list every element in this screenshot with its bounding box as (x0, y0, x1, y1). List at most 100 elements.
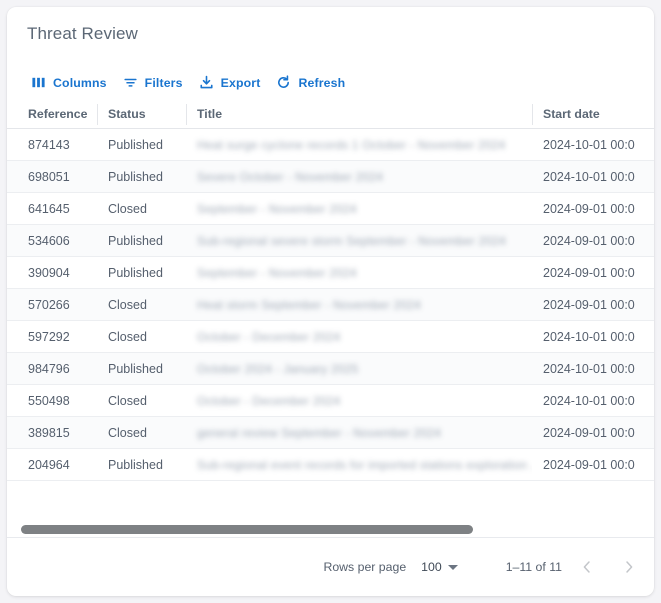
rows-per-page-value: 100 (421, 560, 442, 574)
cell-start-date: 2024-10-01 00:0 (543, 393, 635, 408)
column-header-reference[interactable]: Reference (7, 101, 97, 128)
filters-button[interactable]: Filters (116, 70, 190, 95)
cell-title: general review September - November 2024 (186, 417, 532, 449)
grid-toolbar: Columns Filters Export Refresh (24, 69, 352, 96)
columns-button[interactable]: Columns (24, 70, 114, 95)
redacted-title-text: October - December 2024 (197, 394, 341, 409)
chevron-down-icon (447, 564, 458, 570)
cell-status: Published (108, 457, 163, 472)
cell-start-date: 2024-09-01 00:0 (543, 201, 635, 216)
cell-title: Sub-regional event records for imported … (186, 449, 532, 481)
cell-start-date: 2024-10-01 00:0 (543, 329, 635, 344)
cell-start-date: 2024-09-01 00:0 (543, 265, 635, 280)
cell-status: Published (108, 361, 163, 376)
cell-status: Closed (108, 297, 147, 312)
table-row[interactable]: 534606 Published Sub-regional severe storm… (7, 225, 654, 257)
cell-start-date: 2024-09-01 00:0 (543, 425, 635, 440)
cell-title: Heat storm September - November 2024 (186, 289, 532, 321)
cell-title: Sub-regional severe storm September - No… (186, 225, 532, 257)
cell-title: Heat surge cyclone records 1 October - N… (186, 129, 532, 161)
redacted-title-text: September - November 2024 (197, 202, 357, 217)
cell-reference: 550498 (28, 393, 70, 408)
cell-status: Closed (108, 425, 147, 440)
cell-reference: 204964 (28, 457, 70, 472)
table-row[interactable]: 389815 Closed general review September - N… (7, 417, 654, 449)
cell-title: September - November 2024 (186, 257, 532, 289)
cell-title: October 2024 - January 2025 (186, 353, 532, 385)
redacted-title-text: October 2024 - January 2025 (197, 362, 359, 377)
cell-status: Published (108, 233, 163, 248)
columns-button-label: Columns (53, 75, 107, 90)
filters-button-label: Filters (144, 75, 183, 90)
table-row[interactable]: 390904 Published September - November 2024… (7, 257, 654, 289)
horizontal-scrollbar-thumb[interactable] (21, 525, 473, 534)
threat-review-card: Threat Review Columns Filters Export Ref… (7, 7, 654, 596)
table-row[interactable]: 597292 Closed October - December 2024 2024-… (7, 321, 654, 353)
table-header-row: Reference Status Title Start date (7, 101, 654, 129)
cell-reference: 390904 (28, 265, 70, 280)
table-row[interactable]: 641645 Closed September - November 2024 202… (7, 193, 654, 225)
horizontal-scrollbar-track[interactable] (7, 523, 654, 538)
rows-per-page-select[interactable]: 100 (419, 558, 460, 576)
refresh-button-label: Refresh (298, 75, 346, 90)
cell-title: Severe October - November 2024 (186, 161, 532, 193)
export-button[interactable]: Export (192, 70, 268, 95)
redacted-title-text: September - November 2024 (197, 266, 357, 281)
page-background: Threat Review Columns Filters Export Ref… (0, 0, 661, 603)
export-icon (199, 75, 214, 90)
cell-status: Closed (108, 393, 147, 408)
cell-status: Closed (108, 201, 147, 216)
refresh-icon (276, 75, 291, 90)
refresh-button[interactable]: Refresh (269, 70, 352, 95)
filters-icon (123, 75, 138, 90)
chevron-right-icon (621, 559, 637, 575)
column-header-title[interactable]: Title (186, 101, 532, 128)
table-row[interactable]: 550498 Closed October - December 2024 2024-… (7, 385, 654, 417)
table-body: 874143 Published Heat surge cyclone record… (7, 129, 654, 481)
cell-status: Published (108, 169, 163, 184)
cell-reference: 389815 (28, 425, 70, 440)
cell-reference: 984796 (28, 361, 70, 376)
cell-reference: 570266 (28, 297, 70, 312)
rows-per-page-label: Rows per page (323, 560, 407, 574)
pagination-range-label: 1–11 of 11 (505, 560, 562, 574)
redacted-title-text: Sub-regional severe storm September - No… (197, 234, 507, 249)
cell-start-date: 2024-10-01 00:0 (543, 137, 635, 152)
cell-reference: 641645 (28, 201, 70, 216)
cell-title: October - December 2024 (186, 385, 532, 417)
cell-reference: 698051 (28, 169, 70, 184)
next-page-button[interactable] (612, 550, 646, 584)
cell-start-date: 2024-09-01 00:0 (543, 233, 635, 248)
table-row[interactable]: 570266 Closed Heat storm September - Novem… (7, 289, 654, 321)
threat-review-table: Reference Status Title Start date 874143… (7, 101, 654, 481)
cell-start-date: 2024-10-01 00:0 (543, 361, 635, 376)
chevron-left-icon (579, 559, 595, 575)
columns-icon (31, 75, 46, 90)
redacted-title-text: Severe October - November 2024 (197, 170, 384, 185)
column-header-start-date[interactable]: Start date (532, 101, 654, 128)
redacted-title-text: Heat surge cyclone records 1 October - N… (197, 138, 506, 153)
cell-status: Published (108, 137, 163, 152)
pagination-bar: Rows per page 100 1–11 of 11 (7, 541, 654, 593)
redacted-title-text: general review September - November 2024 (197, 426, 442, 441)
export-button-label: Export (220, 75, 261, 90)
table-row[interactable]: 698051 Published Severe October - November… (7, 161, 654, 193)
cell-start-date: 2024-09-01 00:0 (543, 297, 635, 312)
cell-start-date: 2024-09-01 00:0 (543, 457, 635, 472)
table-row[interactable]: 204964 Published Sub-regional event record… (7, 449, 654, 481)
redacted-title-text: October - December 2024 (197, 330, 341, 345)
column-header-status[interactable]: Status (97, 101, 186, 128)
cell-title: October - December 2024 (186, 321, 532, 353)
cell-reference: 534606 (28, 233, 70, 248)
previous-page-button[interactable] (570, 550, 604, 584)
cell-status: Published (108, 265, 163, 280)
table-row[interactable]: 984796 Published October 2024 - January 20… (7, 353, 654, 385)
page-title: Threat Review (27, 24, 138, 43)
table-row[interactable]: 874143 Published Heat surge cyclone record… (7, 129, 654, 161)
cell-title: September - November 2024 (186, 193, 532, 225)
redacted-title-text: Heat storm September - November 2024 (197, 298, 421, 313)
cell-start-date: 2024-10-01 00:0 (543, 169, 635, 184)
redacted-title-text: Sub-regional event records for imported … (197, 458, 532, 473)
cell-reference: 597292 (28, 329, 70, 344)
cell-status: Closed (108, 329, 147, 344)
